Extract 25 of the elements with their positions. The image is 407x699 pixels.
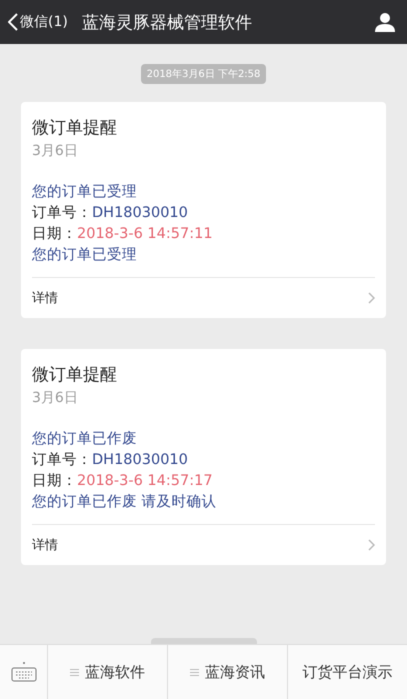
keyboard-icon xyxy=(10,661,36,683)
menu-button[interactable]: 蓝海软件 xyxy=(48,645,167,699)
card-title: 微订单提醒 xyxy=(32,364,118,386)
card-date: 3月6日 xyxy=(32,389,79,407)
card-title: 微订单提醒 xyxy=(32,117,118,139)
details-link[interactable]: 详情 xyxy=(32,277,375,318)
timestamp: 2018年3月6日 下午2:58 xyxy=(140,64,266,84)
card-date: 3月6日 xyxy=(32,142,79,160)
window-title: 蓝海灵豚器械管理软件 xyxy=(82,12,253,34)
message-line: 您的订单已受理 xyxy=(32,183,138,202)
message-line: 订单号：DH18030010 xyxy=(32,451,189,470)
message-line: 日期：2018-3-6 14:57:17 xyxy=(32,472,214,491)
details-link[interactable]: 详情 xyxy=(32,524,375,565)
message-line: 您的订单已作废 xyxy=(32,430,138,449)
message-line: 日期：2018-3-6 14:57:11 xyxy=(32,225,214,244)
message-line: 您的订单已受理 xyxy=(32,246,138,265)
chevron-icon xyxy=(368,539,375,551)
menu-button[interactable]: 订货平台演示 xyxy=(287,645,407,699)
back-link[interactable]: 微信(1) xyxy=(8,13,68,31)
message-line: 您的订单已作废 请及时确认 xyxy=(32,493,218,512)
chevron-icon xyxy=(368,292,375,304)
message-line: 订单号：DH18030010 xyxy=(32,204,189,223)
back-icon xyxy=(8,13,18,31)
user-icon[interactable] xyxy=(375,12,395,32)
menu-button[interactable]: 蓝海资讯 xyxy=(167,645,287,699)
